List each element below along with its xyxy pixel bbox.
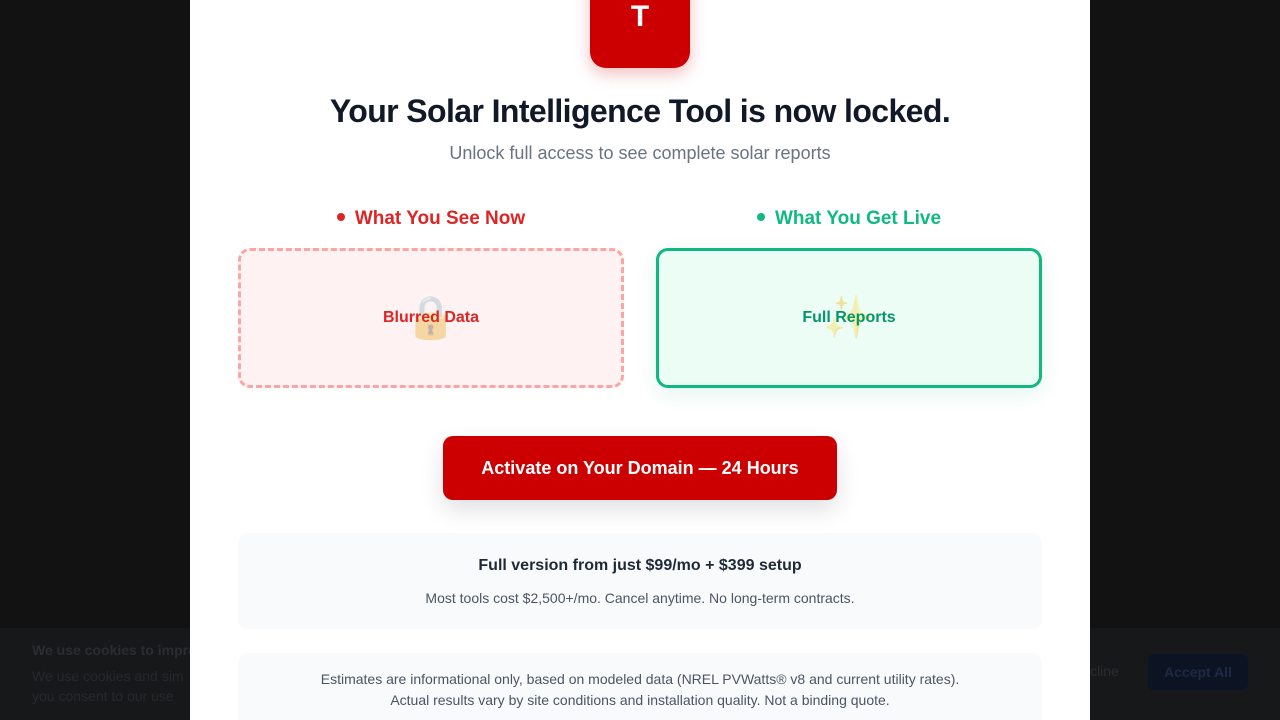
modal-title: Your Solar Intelligence Tool is now lock…	[329, 93, 951, 129]
disclaimer-line: Estimates are informational only, based …	[320, 671, 960, 687]
cookie-text-line: you consent to our use	[32, 688, 174, 704]
brand-logo-letter: T	[630, 0, 650, 33]
locked-tool-modal: T Your Solar Intelligence Tool is now lo…	[190, 0, 1090, 720]
pricing-headline: Full version from just $99/mo + $399 set…	[478, 557, 802, 574]
pricing-subtext: Most tools cost $2,500+/mo. Cancel anyti…	[425, 590, 855, 606]
disclaimer-line: Actual results vary by site conditions a…	[390, 692, 890, 708]
live-state-heading-label: What You Get Live	[774, 208, 942, 229]
current-state-heading-label: What You See Now	[354, 208, 526, 229]
blurred-data-label: Blurred Data	[382, 309, 480, 326]
red-dot-icon	[336, 212, 345, 221]
cookie-decline-button[interactable]: cline	[1090, 663, 1119, 679]
brand-logo: T	[590, 0, 690, 68]
current-state-heading: What You See Now	[238, 208, 624, 230]
cookie-banner-title: We use cookies to impro	[32, 642, 190, 658]
green-dot-icon	[756, 212, 765, 221]
activate-domain-button[interactable]: Activate on Your Domain — 24 Hours	[443, 436, 837, 500]
cookie-text-line: We use cookies and sim	[32, 668, 184, 684]
pricing-box: Full version from just $99/mo + $399 set…	[238, 533, 1042, 629]
full-reports-label: Full Reports	[802, 309, 896, 326]
cookie-banner-text: We use cookies and sim you consent to ou…	[32, 666, 190, 706]
modal-subtitle: Unlock full access to see complete solar…	[449, 143, 831, 163]
estimate-disclaimer: Estimates are informational only, based …	[238, 653, 1042, 720]
cookie-accept-all-button[interactable]: Accept All	[1148, 654, 1248, 690]
blurred-data-card: 🔒 Blurred Data	[238, 248, 624, 388]
live-state-heading: What You Get Live	[656, 208, 1042, 230]
full-reports-card: ✨ Full Reports	[656, 248, 1042, 388]
